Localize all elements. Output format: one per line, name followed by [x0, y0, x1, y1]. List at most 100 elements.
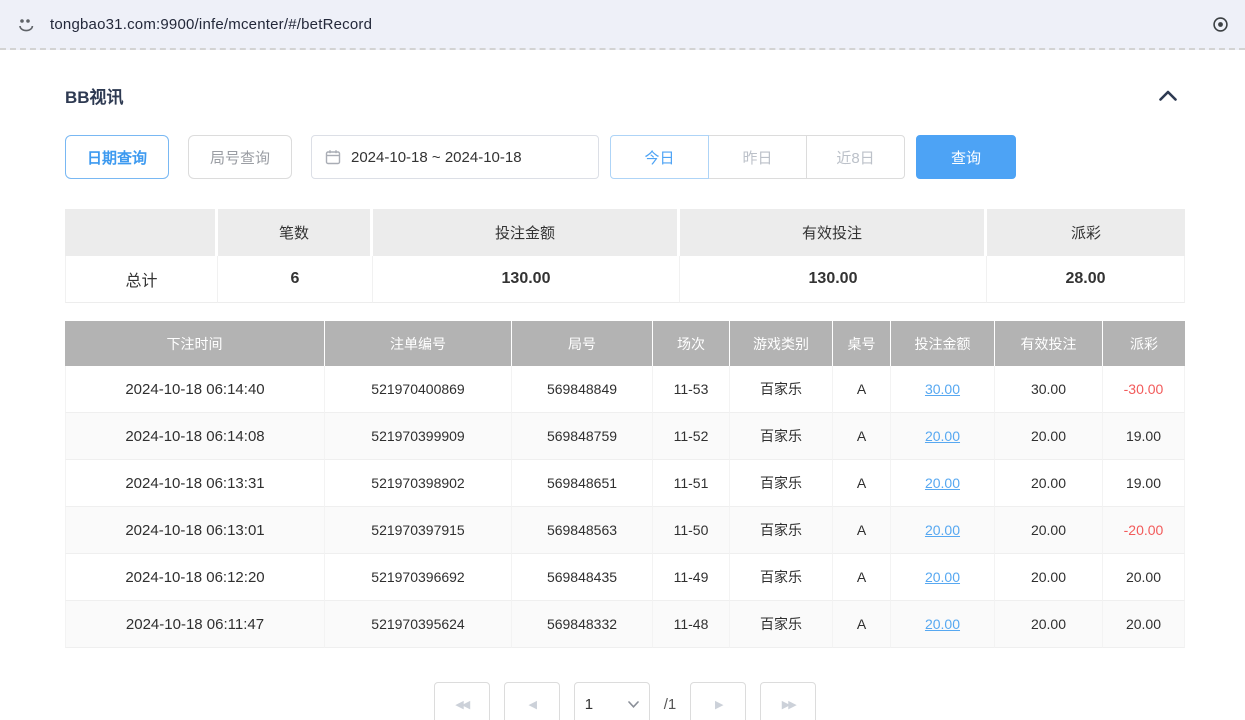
- bet-amount-link[interactable]: 20.00: [925, 475, 960, 491]
- column-header-round-no: 局号: [512, 321, 653, 366]
- next-page-button[interactable]: ▶: [690, 682, 746, 720]
- column-header-bet-time: 下注时间: [65, 321, 325, 366]
- search-button[interactable]: 查询: [916, 135, 1016, 179]
- prev-page-button[interactable]: ◀: [504, 682, 560, 720]
- cell-order-no: 521970400869: [325, 366, 512, 413]
- column-header-bet-amount: 投注金额: [891, 321, 995, 366]
- cell-order-no: 521970398902: [325, 460, 512, 507]
- cell-table-no: A: [833, 413, 891, 460]
- cell-valid-bet: 20.00: [995, 507, 1103, 554]
- pagination: ◀◀ ◀ 1 /1 ▶ ▶▶: [65, 682, 1185, 720]
- last-8-days-button[interactable]: 近8日: [806, 135, 905, 179]
- cell-game-type: 百家乐: [730, 601, 833, 648]
- cell-bet-amount: 20.00: [891, 460, 995, 507]
- site-info-icon[interactable]: [16, 14, 36, 34]
- cell-bet-amount: 20.00: [891, 554, 995, 601]
- cell-bet-time: 2024-10-18 06:12:20: [65, 554, 325, 601]
- cell-valid-bet: 20.00: [995, 413, 1103, 460]
- table-row: 2024-10-18 06:14:08521970399909569848759…: [65, 413, 1185, 460]
- summary-total-valid-bet: 130.00: [680, 256, 987, 303]
- cell-game-type: 百家乐: [730, 460, 833, 507]
- bet-table-body: 2024-10-18 06:14:40521970400869569848849…: [65, 366, 1185, 648]
- cell-table-no: A: [833, 554, 891, 601]
- table-row: 2024-10-18 06:11:47521970395624569848332…: [65, 601, 1185, 648]
- cell-valid-bet: 30.00: [995, 366, 1103, 413]
- summary-total-count: 6: [218, 256, 373, 303]
- cell-payout: 19.00: [1103, 413, 1185, 460]
- bet-amount-link[interactable]: 20.00: [925, 569, 960, 585]
- table-row: 2024-10-18 06:13:31521970398902569848651…: [65, 460, 1185, 507]
- table-row: 2024-10-18 06:14:40521970400869569848849…: [65, 366, 1185, 413]
- bet-amount-link[interactable]: 20.00: [925, 428, 960, 444]
- summary-total-row: 总计 6 130.00 130.00 28.00: [65, 256, 1185, 303]
- round-query-button[interactable]: 局号查询: [188, 135, 292, 179]
- cell-payout: -30.00: [1103, 366, 1185, 413]
- cell-payout: 20.00: [1103, 601, 1185, 648]
- cell-bet-amount: 20.00: [891, 413, 995, 460]
- cell-session: 11-53: [653, 366, 730, 413]
- cell-game-type: 百家乐: [730, 554, 833, 601]
- cell-game-type: 百家乐: [730, 507, 833, 554]
- column-header-game-type: 游戏类别: [730, 321, 833, 366]
- summary-table: 笔数 投注金额 有效投注 派彩 总计 6 130.00 130.00 28.00: [65, 209, 1185, 303]
- cell-table-no: A: [833, 507, 891, 554]
- cell-valid-bet: 20.00: [995, 554, 1103, 601]
- summary-header-payout: 派彩: [987, 209, 1185, 256]
- cell-order-no: 521970396692: [325, 554, 512, 601]
- cell-session: 11-50: [653, 507, 730, 554]
- cell-bet-time: 2024-10-18 06:13:31: [65, 460, 325, 507]
- url-text[interactable]: tongbao31.com:9900/infe/mcenter/#/betRec…: [50, 16, 1198, 33]
- cell-table-no: A: [833, 366, 891, 413]
- cell-bet-amount: 30.00: [891, 366, 995, 413]
- column-header-valid-bet: 有效投注: [995, 321, 1103, 366]
- page-select[interactable]: 1: [574, 682, 650, 720]
- cell-payout: 19.00: [1103, 460, 1185, 507]
- table-row: 2024-10-18 06:13:01521970397915569848563…: [65, 507, 1185, 554]
- cell-bet-amount: 20.00: [891, 507, 995, 554]
- browser-address-bar: tongbao31.com:9900/infe/mcenter/#/betRec…: [0, 0, 1245, 50]
- yesterday-button[interactable]: 昨日: [708, 135, 807, 179]
- date-range-input[interactable]: 2024-10-18 ~ 2024-10-18: [311, 135, 599, 179]
- cell-order-no: 521970395624: [325, 601, 512, 648]
- summary-header-valid-bet: 有效投注: [680, 209, 987, 256]
- filter-toolbar: 日期查询 局号查询 2024-10-18 ~ 2024-10-18 今日 昨日 …: [65, 135, 1185, 179]
- bet-amount-link[interactable]: 20.00: [925, 616, 960, 632]
- page-select-value: 1: [585, 696, 593, 713]
- bet-amount-link[interactable]: 20.00: [925, 522, 960, 538]
- bet-record-table: 下注时间 注单编号 局号 场次 游戏类别 桌号 投注金额 有效投注 派彩 202…: [65, 321, 1185, 648]
- first-page-icon: ◀◀: [455, 698, 468, 711]
- summary-total-bet-amount: 130.00: [373, 256, 680, 303]
- date-query-button[interactable]: 日期查询: [65, 135, 169, 179]
- bet-table-header-row: 下注时间 注单编号 局号 场次 游戏类别 桌号 投注金额 有效投注 派彩: [65, 321, 1185, 366]
- cell-table-no: A: [833, 460, 891, 507]
- cell-session: 11-52: [653, 413, 730, 460]
- bet-record-page: BB视讯 日期查询 局号查询 2024-10-18 ~ 2024-10-18 今…: [0, 83, 1245, 720]
- summary-header-blank: [65, 209, 218, 256]
- first-page-button[interactable]: ◀◀: [434, 682, 490, 720]
- cell-round-no: 569848759: [512, 413, 653, 460]
- cell-game-type: 百家乐: [730, 366, 833, 413]
- cell-order-no: 521970399909: [325, 413, 512, 460]
- quick-date-button-group: 今日 昨日 近8日: [610, 135, 905, 179]
- today-button[interactable]: 今日: [610, 135, 709, 179]
- cell-bet-time: 2024-10-18 06:14:40: [65, 366, 325, 413]
- bet-amount-link[interactable]: 30.00: [925, 381, 960, 397]
- collapse-chevron-icon[interactable]: [1159, 90, 1177, 101]
- cell-round-no: 569848563: [512, 507, 653, 554]
- summary-total-payout: 28.00: [987, 256, 1185, 303]
- column-header-table-no: 桌号: [833, 321, 891, 366]
- cell-order-no: 521970397915: [325, 507, 512, 554]
- last-page-button[interactable]: ▶▶: [760, 682, 816, 720]
- cell-payout: 20.00: [1103, 554, 1185, 601]
- date-range-value: 2024-10-18 ~ 2024-10-18: [351, 149, 522, 166]
- column-header-order-no: 注单编号: [325, 321, 512, 366]
- cell-bet-time: 2024-10-18 06:13:01: [65, 507, 325, 554]
- cell-table-no: A: [833, 601, 891, 648]
- panel-header: BB视讯: [65, 83, 1185, 108]
- cell-valid-bet: 20.00: [995, 460, 1103, 507]
- cell-valid-bet: 20.00: [995, 601, 1103, 648]
- column-header-payout: 派彩: [1103, 321, 1185, 366]
- total-pages-label: /1: [664, 696, 677, 713]
- cell-round-no: 569848332: [512, 601, 653, 648]
- browser-eye-icon[interactable]: [1212, 16, 1229, 33]
